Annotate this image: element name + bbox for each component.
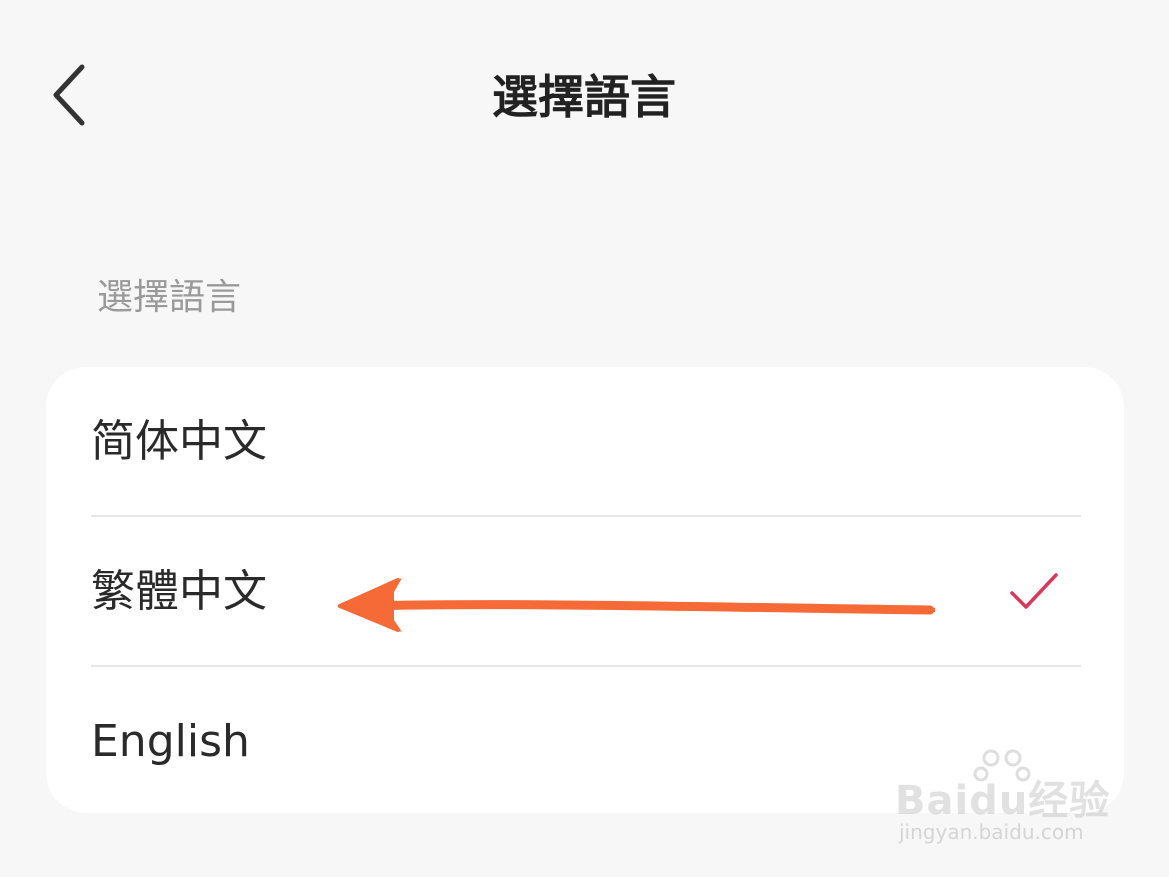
language-option-label: 简体中文 — [91, 416, 267, 467]
page-title: 選擇語言 — [492, 70, 676, 124]
chevron-left-icon — [53, 64, 85, 126]
language-option-label: English — [91, 716, 250, 767]
header: 選擇語言 — [0, 0, 1169, 190]
language-option-label: 繁體中文 — [91, 566, 267, 617]
language-option-traditional-chinese[interactable]: 繁體中文 — [46, 517, 1124, 666]
back-button[interactable] — [40, 55, 110, 135]
language-list-card: 简体中文 繁體中文 English — [46, 367, 1124, 813]
language-option-simplified-chinese[interactable]: 简体中文 — [46, 367, 1124, 516]
checkmark-icon — [1010, 573, 1058, 609]
language-option-english[interactable]: English — [46, 667, 1124, 816]
watermark-url: jingyan.baidu.com — [899, 820, 1084, 844]
section-label: 選擇語言 — [97, 277, 242, 318]
